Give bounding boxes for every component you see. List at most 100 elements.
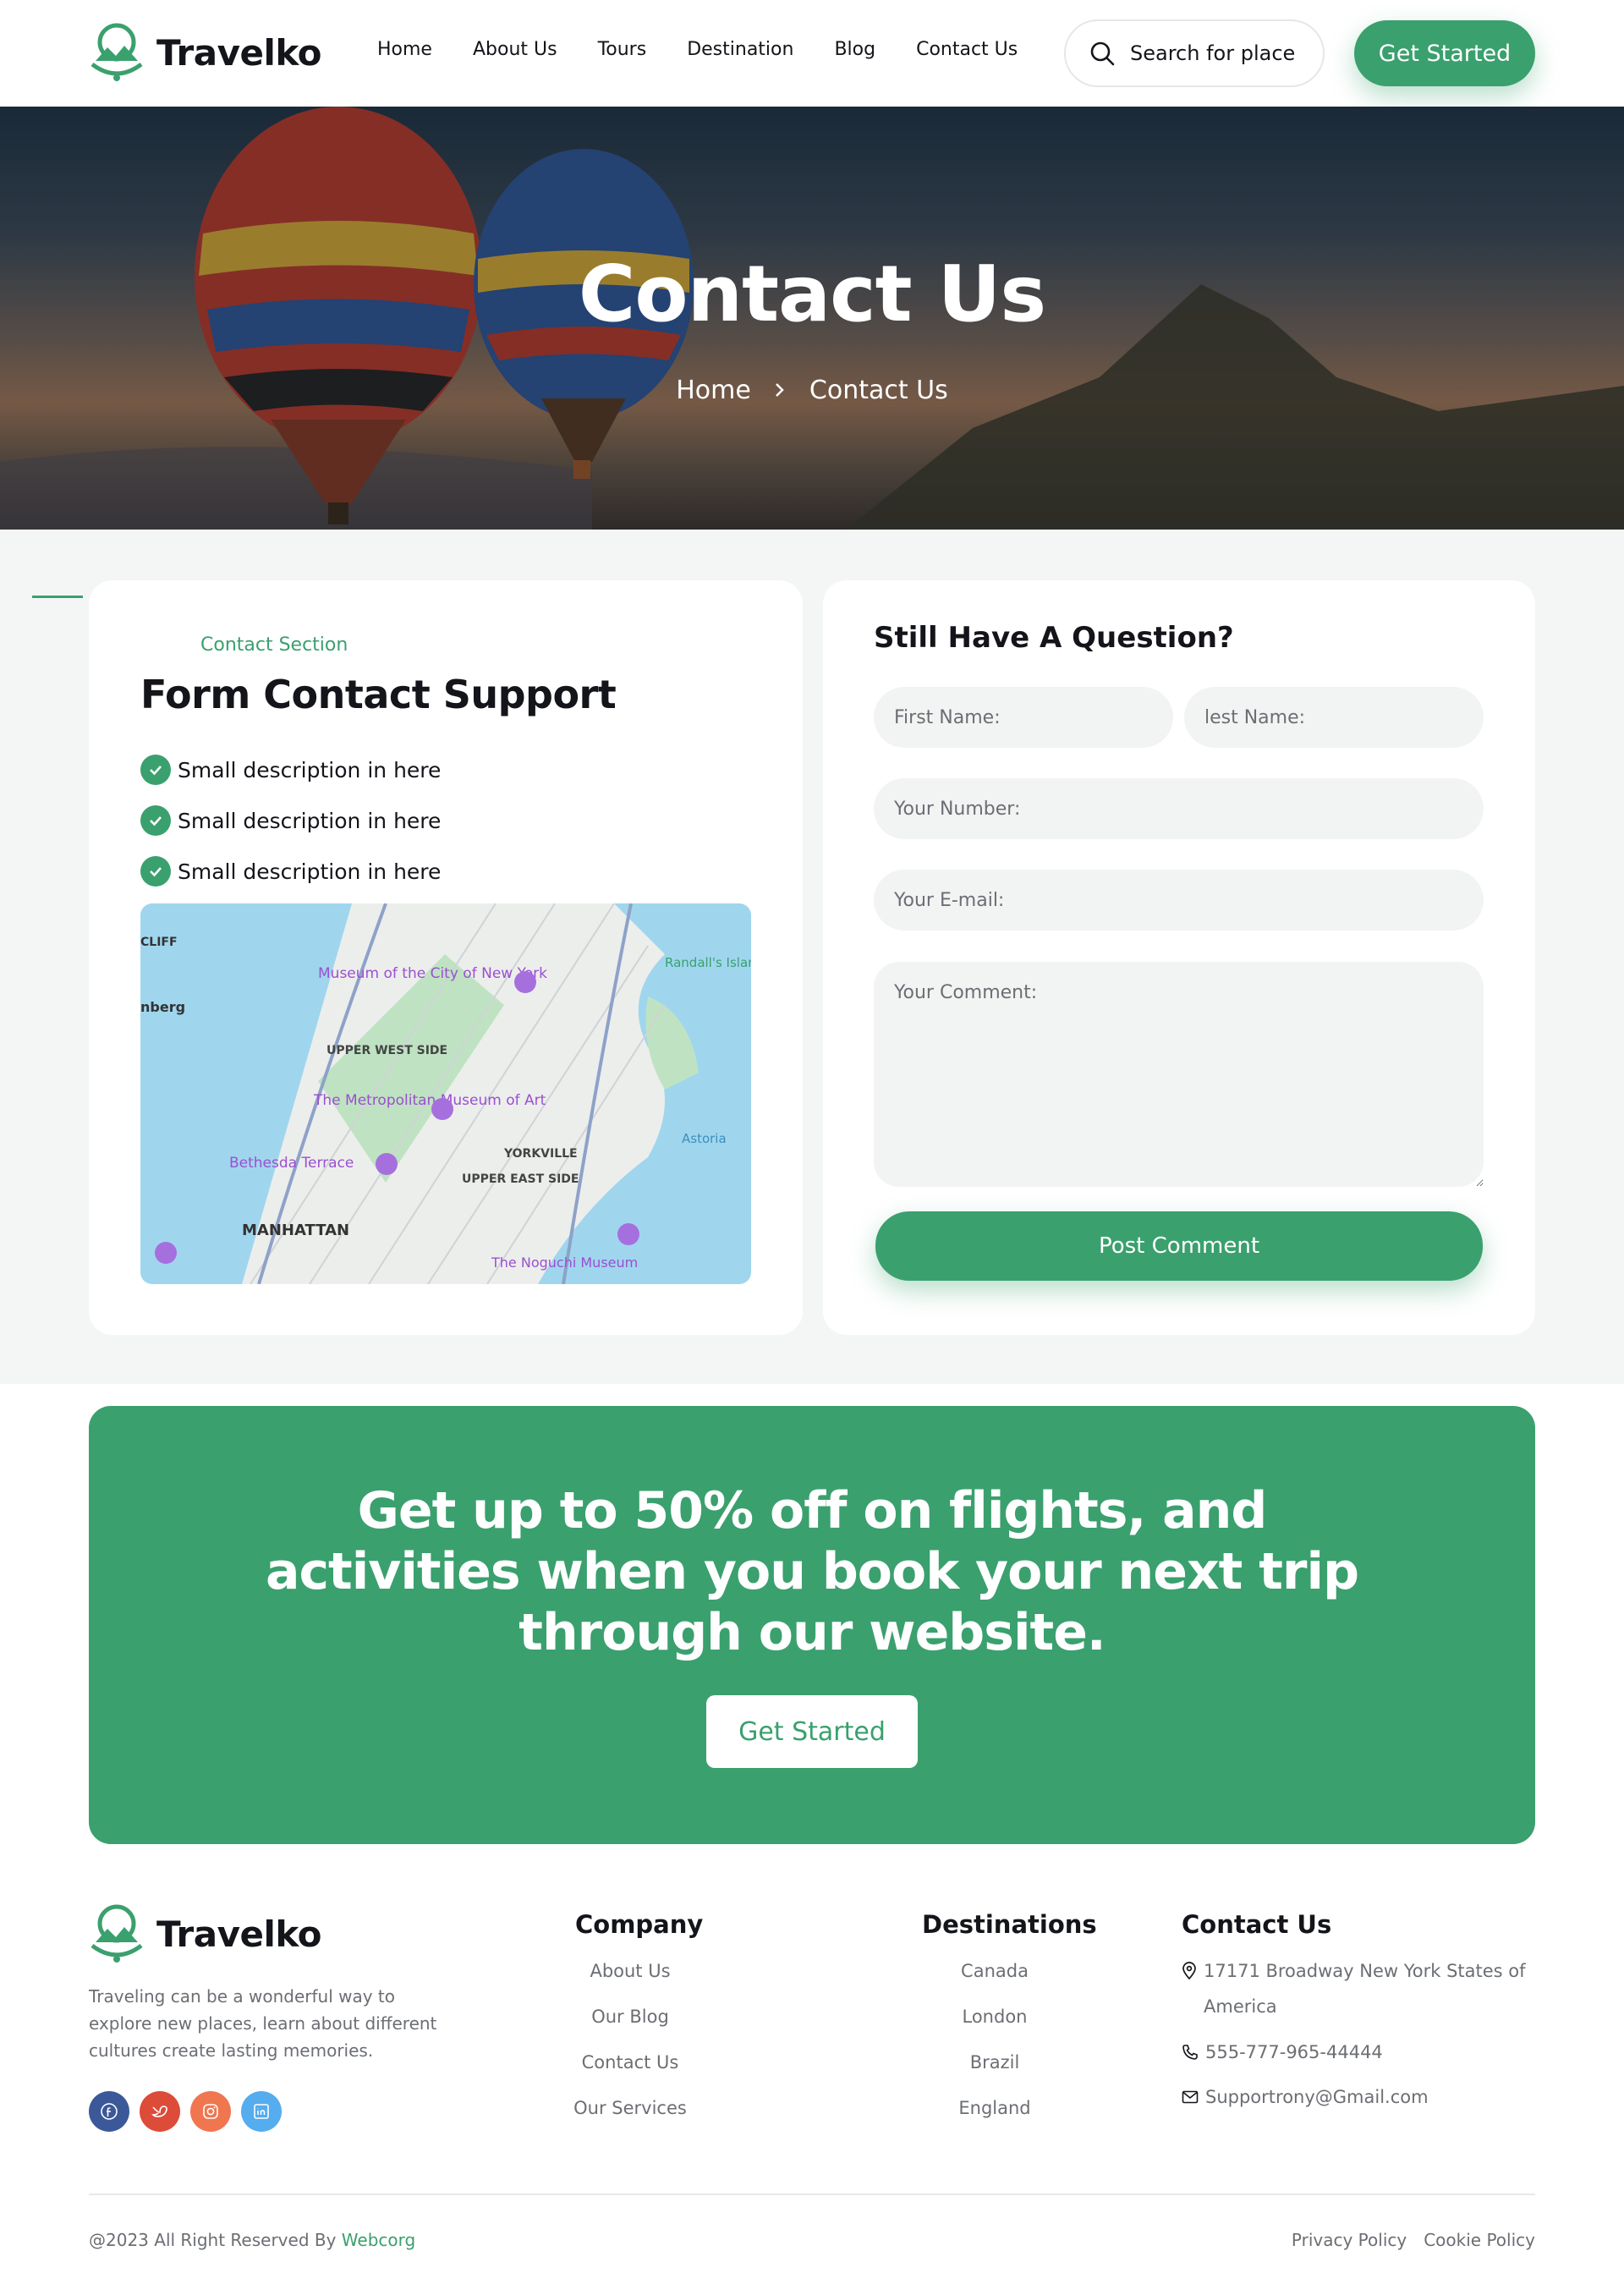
legal-links: Privacy Policy Cookie Policy xyxy=(1292,2230,1535,2250)
breadcrumb: Home Contact Us xyxy=(0,376,1624,405)
email-field[interactable] xyxy=(874,870,1484,931)
cookie-policy-link[interactable]: Cookie Policy xyxy=(1424,2230,1535,2250)
email-text: Supportrony@Gmail.com xyxy=(1205,2087,1429,2107)
list-item: Small description in here xyxy=(140,846,441,897)
footer-company-links: About Us Our Blog Contact Us Our Service… xyxy=(558,1961,702,2144)
footer-phone[interactable]: 555-777-965-44444 xyxy=(1182,2034,1383,2070)
main-menu: Home About Us Tours Destination Blog Con… xyxy=(377,39,1058,60)
promo-line-3: through our website. xyxy=(518,1603,1106,1662)
facebook-icon[interactable] xyxy=(89,2091,129,2132)
check-circle-icon xyxy=(140,856,171,887)
footer-link-brazil[interactable]: Brazil xyxy=(922,2052,1067,2098)
svg-text:UPPER EAST SIDE: UPPER EAST SIDE xyxy=(462,1172,579,1186)
svg-text:Museum of the City of New York: Museum of the City of New York xyxy=(318,965,547,982)
logo-pin-icon xyxy=(91,1904,143,1963)
search-icon xyxy=(1090,41,1115,66)
copyright-brand-link[interactable]: Webcorg xyxy=(342,2230,415,2250)
footer-email[interactable]: Supportrony@Gmail.com xyxy=(1182,2079,1429,2115)
copyright: @2023 All Right Reserved By Webcorg xyxy=(89,2230,415,2250)
svg-text:The Noguchi Museum: The Noguchi Museum xyxy=(491,1255,638,1271)
footer-link-about-us[interactable]: About Us xyxy=(558,1961,702,2007)
breadcrumb-home[interactable]: Home xyxy=(676,376,751,405)
footer-link-contact-us[interactable]: Contact Us xyxy=(558,2052,702,2098)
address-line-1: 17171 Broadway New York States of xyxy=(1204,1961,1526,1981)
mail-icon xyxy=(1182,2090,1199,2104)
map-illustration: CLIFF nberg Museum of the City of New Yo… xyxy=(140,903,751,1284)
footer-description: Traveling can be a wonderful way to expl… xyxy=(89,1986,437,2061)
form-title: Still Have A Question? xyxy=(874,621,1234,655)
location-map[interactable]: CLIFF nberg Museum of the City of New Yo… xyxy=(140,903,751,1284)
nav-contact-us[interactable]: Contact Us xyxy=(916,39,1018,60)
chevron-right-icon xyxy=(774,376,786,405)
page-title: Contact Us xyxy=(578,249,1046,339)
last-name-field[interactable] xyxy=(1184,687,1484,748)
footer-destinations-heading: Destinations xyxy=(922,1910,1097,1939)
list-item-text: Small description in here xyxy=(178,859,442,884)
svg-text:CLIFF: CLIFF xyxy=(140,936,178,949)
footer-brand-logo[interactable]: Travelko xyxy=(89,1903,322,1964)
brand-name: Travelko xyxy=(156,1913,322,1955)
search-box[interactable]: Search for place xyxy=(1064,19,1325,87)
list-item: Small description in here xyxy=(140,744,441,795)
nav-tours[interactable]: Tours xyxy=(598,39,647,60)
address-line-2: America xyxy=(1204,1996,1277,2017)
twitter-icon[interactable] xyxy=(140,2091,180,2132)
footer-link-england[interactable]: England xyxy=(922,2098,1067,2144)
location-pin-icon xyxy=(1182,1962,1196,1980)
nav-about-us[interactable]: About Us xyxy=(473,39,557,60)
nav-blog[interactable]: Blog xyxy=(834,39,875,60)
footer-divider xyxy=(89,2193,1535,2195)
feature-list: Small description in here Small descript… xyxy=(140,744,441,897)
navbar: Travelko Home About Us Tours Destination… xyxy=(0,0,1624,107)
phone-text: 555-777-965-44444 xyxy=(1205,2042,1383,2062)
linkedin-icon[interactable] xyxy=(241,2091,282,2132)
search-label: Search for place xyxy=(1130,41,1296,65)
svg-text:MANHATTAN: MANHATTAN xyxy=(242,1222,349,1239)
breadcrumb-current: Contact Us xyxy=(809,376,948,405)
svg-text:UPPER WEST SIDE: UPPER WEST SIDE xyxy=(326,1044,447,1057)
promo-line-1: Get up to 50% off on flights, and xyxy=(357,1481,1268,1540)
nav-destination[interactable]: Destination xyxy=(687,39,793,60)
promo-banner: Get up to 50% off on flights, and activi… xyxy=(89,1406,1535,1844)
svg-text:YORKVILLE: YORKVILLE xyxy=(503,1147,578,1161)
svg-text:The Metropolitan Museum of Art: The Metropolitan Museum of Art xyxy=(313,1092,546,1109)
promo-get-started-button[interactable]: Get Started xyxy=(706,1695,918,1768)
svg-text:Randall's Island: Randall's Island xyxy=(665,955,751,970)
logo-pin-icon xyxy=(91,23,143,81)
list-item-text: Small description in here xyxy=(178,808,442,833)
check-circle-icon xyxy=(140,805,171,836)
footer-link-canada[interactable]: Canada xyxy=(922,1961,1067,2007)
footer-link-our-blog[interactable]: Our Blog xyxy=(558,2007,702,2052)
footer-link-london[interactable]: London xyxy=(922,2007,1067,2052)
brand-logo[interactable]: Travelko xyxy=(89,22,322,83)
phone-icon xyxy=(1182,2045,1198,2060)
footer-address: 17171 Broadway New York States of Americ… xyxy=(1182,1953,1526,2024)
footer-destination-links: Canada London Brazil England xyxy=(922,1961,1067,2144)
post-comment-button[interactable]: Post Comment xyxy=(875,1211,1483,1281)
first-name-field[interactable] xyxy=(874,687,1173,748)
svg-text:nberg: nberg xyxy=(140,999,185,1015)
section-kicker: Contact Section xyxy=(200,634,348,656)
address-text: 17171 Broadway New York States of Americ… xyxy=(1204,1953,1526,2024)
instagram-icon[interactable] xyxy=(190,2091,231,2132)
svg-text:Astoria: Astoria xyxy=(682,1131,727,1146)
check-circle-icon xyxy=(140,755,171,785)
privacy-policy-link[interactable]: Privacy Policy xyxy=(1292,2230,1407,2250)
footer-contact-heading: Contact Us xyxy=(1182,1910,1332,1939)
get-started-button[interactable]: Get Started xyxy=(1354,20,1535,86)
promo-headline: Get up to 50% off on flights, and activi… xyxy=(89,1480,1535,1663)
svg-text:Bethesda Terrace: Bethesda Terrace xyxy=(229,1155,354,1172)
comment-field[interactable] xyxy=(874,962,1484,1187)
list-item-text: Small description in here xyxy=(178,757,442,782)
section-title: Form Contact Support xyxy=(140,672,617,717)
promo-line-2: activities when you book your next trip xyxy=(265,1542,1359,1601)
hero-banner: Contact Us Home Contact Us xyxy=(0,107,1624,530)
nav-home[interactable]: Home xyxy=(377,39,432,60)
social-links xyxy=(89,2091,282,2132)
footer-link-our-services[interactable]: Our Services xyxy=(558,2098,702,2144)
footer-company-heading: Company xyxy=(575,1910,704,1939)
brand-name: Travelko xyxy=(156,31,322,74)
decorative-line xyxy=(32,596,83,598)
phone-number-field[interactable] xyxy=(874,778,1484,839)
list-item: Small description in here xyxy=(140,795,441,846)
